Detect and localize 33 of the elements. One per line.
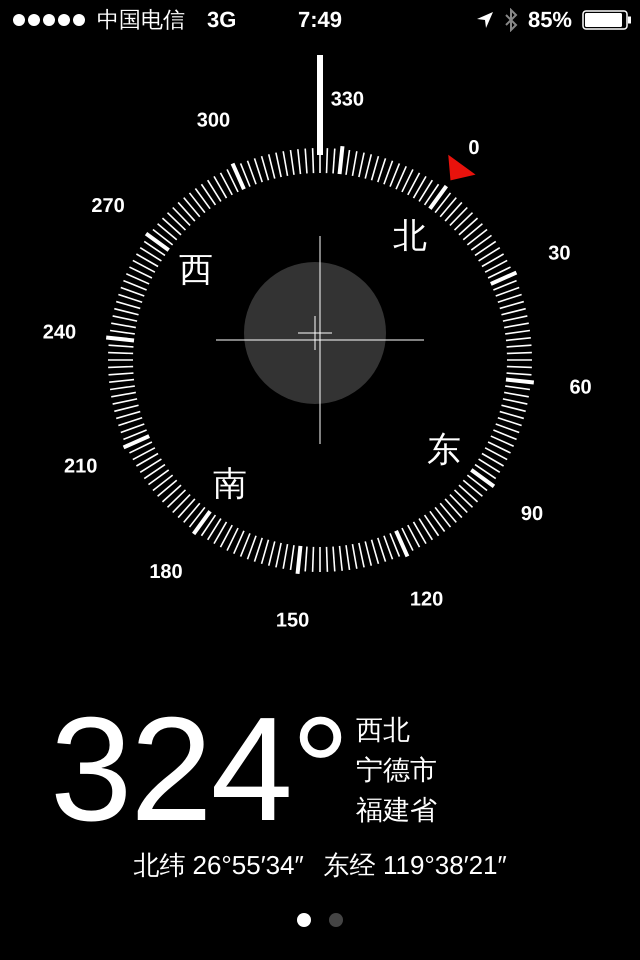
status-time: 7:49 [298, 7, 342, 33]
city-name: 宁德市 [356, 754, 438, 787]
degree-label: 210 [64, 456, 98, 478]
battery-percent: 85% [528, 7, 572, 33]
degree-label: 330 [330, 88, 364, 110]
signal-icon [12, 13, 87, 27]
battery-icon [582, 10, 632, 30]
page-dot[interactable] [329, 913, 343, 927]
degree-label: 60 [569, 376, 592, 398]
north-marker-icon [448, 154, 476, 180]
degree-label: 30 [548, 242, 570, 264]
cardinal-label: 北 [392, 216, 427, 256]
degree-label: 90 [520, 503, 544, 525]
network-type: 3G [207, 7, 236, 33]
heading-degrees: 324° [50, 710, 348, 830]
latitude: 北纬 26°55′34″ [133, 849, 304, 882]
degree-label: 0 [468, 137, 480, 160]
degree-label: 240 [42, 322, 76, 344]
degree-label: 120 [410, 588, 444, 610]
degree-label: 180 [149, 560, 183, 583]
longitude: 东经 119°38′21″ [324, 849, 507, 882]
cardinal-label: 东 [426, 430, 461, 470]
province-name: 福建省 [356, 794, 438, 827]
degree-label: 270 [91, 195, 125, 217]
degree-label: 150 [276, 610, 310, 632]
bluetooth-icon [504, 8, 518, 32]
degree-label: 300 [196, 110, 230, 132]
page-dot[interactable] [297, 913, 311, 927]
location-arrow-icon [476, 11, 494, 29]
carrier-name: 中国电信 [97, 6, 185, 34]
cardinal-label: 南 [213, 464, 248, 504]
direction-label: 西北 [356, 714, 412, 747]
cardinal-label: 西 [179, 250, 214, 290]
